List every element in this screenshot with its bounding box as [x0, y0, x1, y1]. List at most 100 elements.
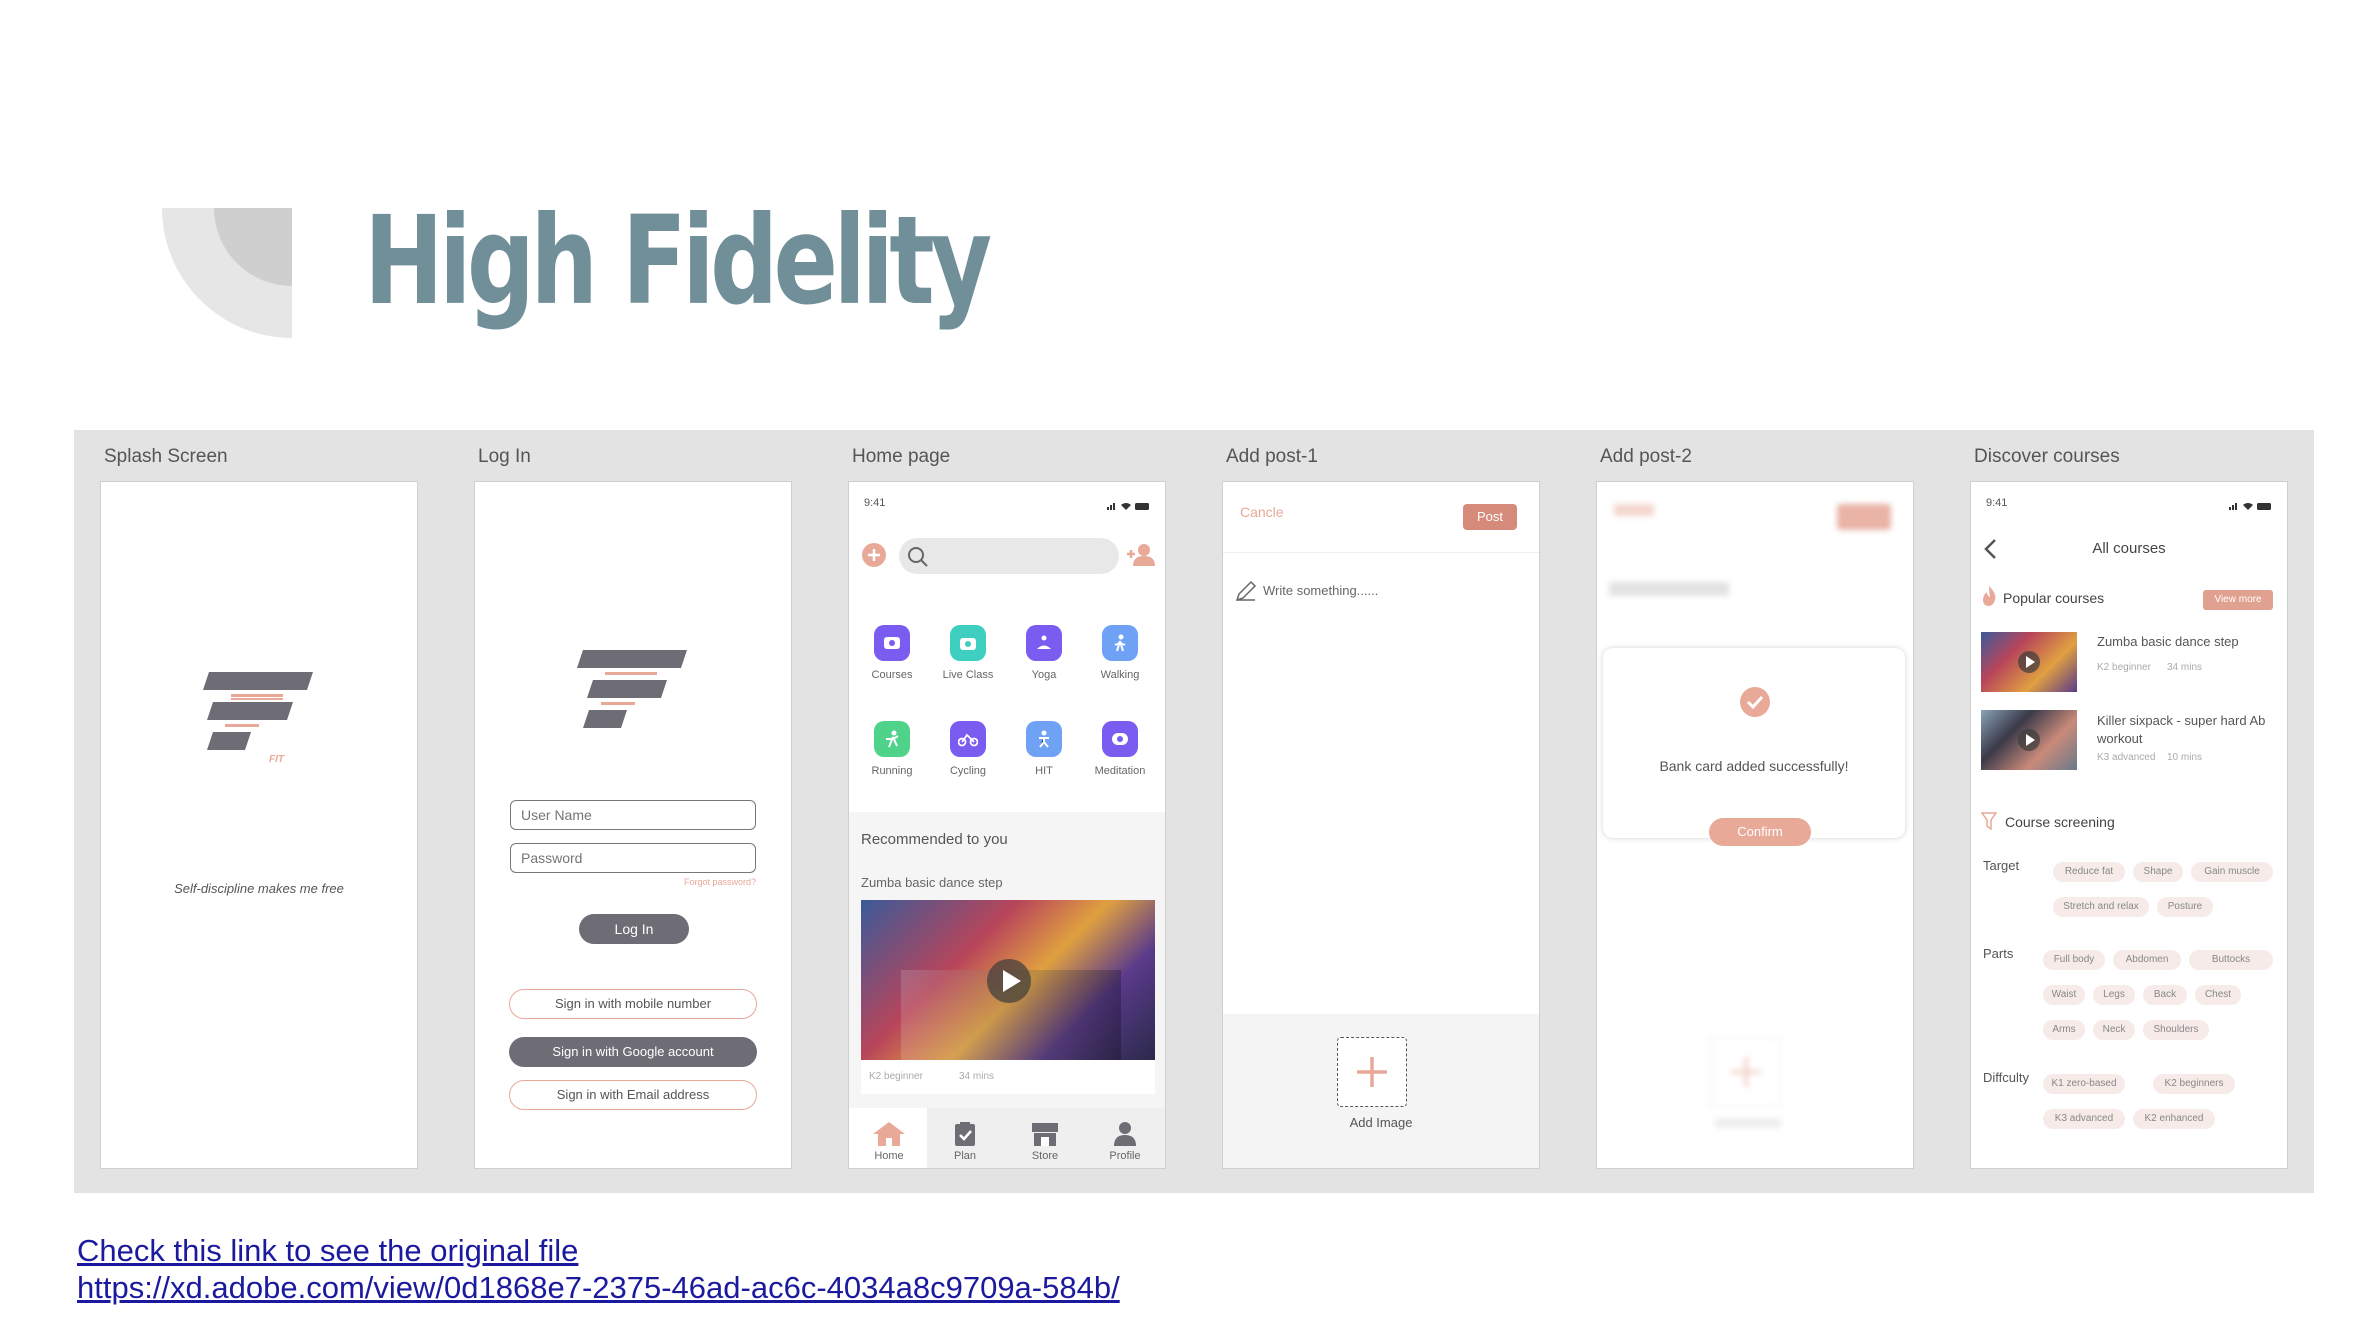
- play-icon[interactable]: [2017, 650, 2041, 674]
- tab-store[interactable]: Store: [1015, 1121, 1075, 1162]
- sign-in-google-button[interactable]: Sign in with Google account: [509, 1037, 757, 1067]
- phone-login: Forgot password? Log In Sign in with mob…: [474, 481, 792, 1169]
- category-label: Meditation: [1094, 765, 1146, 777]
- filter-chip[interactable]: K2 beginners: [2153, 1074, 2235, 1094]
- walking-icon: [1102, 625, 1138, 661]
- video-title: Zumba basic dance step: [861, 875, 1003, 890]
- filter-chip[interactable]: K2 enhanced: [2133, 1109, 2215, 1129]
- screen-label-login: Log In: [478, 446, 531, 467]
- filter-chip[interactable]: Chest: [2195, 985, 2241, 1005]
- screen-label-add-post-2: Add post-2: [1600, 446, 1692, 467]
- page-title: All courses: [2092, 540, 2166, 557]
- slide-title: High Fidelity: [364, 190, 992, 332]
- category-hit[interactable]: HIT: [1009, 721, 1079, 777]
- plus-icon: [1731, 1057, 1761, 1087]
- tab-profile[interactable]: Profile: [1095, 1121, 1155, 1162]
- course-title[interactable]: Zumba basic dance step: [2097, 634, 2277, 649]
- screen-label-add-post-1: Add post-1: [1226, 446, 1318, 467]
- filter-chip[interactable]: Abdomen: [2113, 950, 2181, 970]
- plus-icon: [1357, 1057, 1387, 1087]
- category-walking[interactable]: Walking: [1085, 625, 1155, 681]
- yoga-icon: [1026, 625, 1062, 661]
- cancel-button[interactable]: Cancle: [1240, 504, 1284, 520]
- category-label: Cycling: [949, 765, 987, 777]
- screen-label-home: Home page: [852, 446, 951, 467]
- category-cycling[interactable]: Cycling: [933, 721, 1003, 777]
- profile-icon: [1114, 1122, 1136, 1146]
- fit-logo-icon: [577, 650, 687, 728]
- filter-chip[interactable]: Reduce fat: [2053, 862, 2125, 882]
- dialog-message: Bank card added successfully!: [1659, 758, 1849, 774]
- filter-chip[interactable]: Shape: [2133, 862, 2183, 882]
- filter-chip[interactable]: K3 advanced: [2043, 1109, 2125, 1129]
- meditation-icon: [1102, 721, 1138, 757]
- status-icons: [2229, 503, 2271, 510]
- category-yoga[interactable]: Yoga: [1009, 625, 1079, 681]
- category-label: Courses: [871, 669, 913, 681]
- sign-in-mobile-button[interactable]: Sign in with mobile number: [509, 989, 757, 1019]
- video-level: K2 beginner: [869, 1071, 923, 1082]
- add-friend-icon[interactable]: [1127, 542, 1155, 568]
- filter-chip[interactable]: Posture: [2157, 897, 2213, 917]
- play-icon[interactable]: [2017, 728, 2041, 752]
- filter-chip[interactable]: Legs: [2093, 985, 2135, 1005]
- forgot-password-link[interactable]: Forgot password?: [684, 877, 756, 887]
- video-meta: K2 beginner 34 mins: [861, 1060, 1155, 1094]
- search-input[interactable]: [899, 538, 1119, 574]
- link-block: Check this link to see the original file…: [77, 1232, 1120, 1306]
- filter-chip[interactable]: Waist: [2043, 985, 2085, 1005]
- confirm-button[interactable]: Confirm: [1709, 818, 1811, 846]
- username-field[interactable]: [510, 800, 756, 830]
- filter-chip[interactable]: Back: [2143, 985, 2187, 1005]
- category-courses[interactable]: Courses: [857, 625, 927, 681]
- phone-splash: FIT Self-discipline makes me free: [100, 481, 418, 1169]
- success-dialog: Bank card added successfully! Confirm: [1603, 648, 1905, 846]
- screen-label-splash: Splash Screen: [104, 446, 228, 467]
- tab-label: Profile: [1109, 1150, 1141, 1162]
- running-icon: [874, 721, 910, 757]
- filter-chip[interactable]: Shoulders: [2143, 1020, 2209, 1040]
- add-image-button[interactable]: [1337, 1037, 1407, 1107]
- write-something-input[interactable]: Write something......: [1263, 583, 1378, 598]
- category-label: Yoga: [1031, 669, 1057, 681]
- category-meditation[interactable]: Meditation: [1085, 721, 1155, 777]
- courses-icon: [874, 625, 910, 661]
- check-circle-icon: [1740, 687, 1770, 717]
- original-file-url[interactable]: https://xd.adobe.com/view/0d1868e7-2375-…: [77, 1269, 1120, 1306]
- filter-chip[interactable]: Full body: [2043, 950, 2105, 970]
- filter-chip[interactable]: Arms: [2043, 1020, 2085, 1040]
- video-thumbnail[interactable]: [861, 900, 1155, 1060]
- course-thumbnail[interactable]: [1981, 632, 2077, 692]
- cycling-icon: [950, 721, 986, 757]
- view-more-button[interactable]: View more: [2203, 590, 2273, 610]
- filter-chip[interactable]: Buttocks: [2189, 950, 2273, 970]
- status-time: 9:41: [864, 497, 886, 509]
- splash-tagline: Self-discipline makes me free: [174, 881, 344, 896]
- filter-chip[interactable]: Neck: [2093, 1020, 2135, 1040]
- course-title[interactable]: Killer sixpack - super hard Ab workout: [2097, 712, 2277, 748]
- hit-icon: [1026, 721, 1062, 757]
- play-icon[interactable]: [986, 958, 1032, 1004]
- login-button[interactable]: Log In: [579, 914, 689, 944]
- filter-chip[interactable]: K1 zero-based: [2043, 1074, 2125, 1094]
- category-running[interactable]: Running: [857, 721, 927, 777]
- password-field[interactable]: [510, 843, 756, 873]
- video-duration: 34 mins: [959, 1071, 995, 1082]
- course-thumbnail[interactable]: [1981, 710, 2077, 770]
- tab-home[interactable]: Home: [859, 1121, 919, 1162]
- original-file-link-text[interactable]: Check this link to see the original file: [77, 1232, 1120, 1269]
- post-button[interactable]: Post: [1463, 504, 1517, 530]
- sign-in-email-button[interactable]: Sign in with Email address: [509, 1080, 757, 1110]
- screen-label-discover: Discover courses: [1974, 446, 2120, 467]
- plan-icon: [955, 1122, 975, 1146]
- screens-board: Splash Screen FIT Self-discipline makes …: [74, 430, 2314, 1193]
- add-icon[interactable]: [861, 542, 887, 568]
- category-live-class[interactable]: Live Class: [933, 625, 1003, 681]
- divider: [1223, 552, 1539, 553]
- tab-plan[interactable]: Plan: [935, 1121, 995, 1162]
- status-icons: [1107, 503, 1149, 510]
- difficulty-label: Diffculty: [1983, 1070, 2029, 1085]
- filter-chip[interactable]: Stretch and relax: [2053, 897, 2149, 917]
- filter-chip[interactable]: Gain muscle: [2191, 862, 2273, 882]
- category-label: Walking: [1100, 669, 1140, 681]
